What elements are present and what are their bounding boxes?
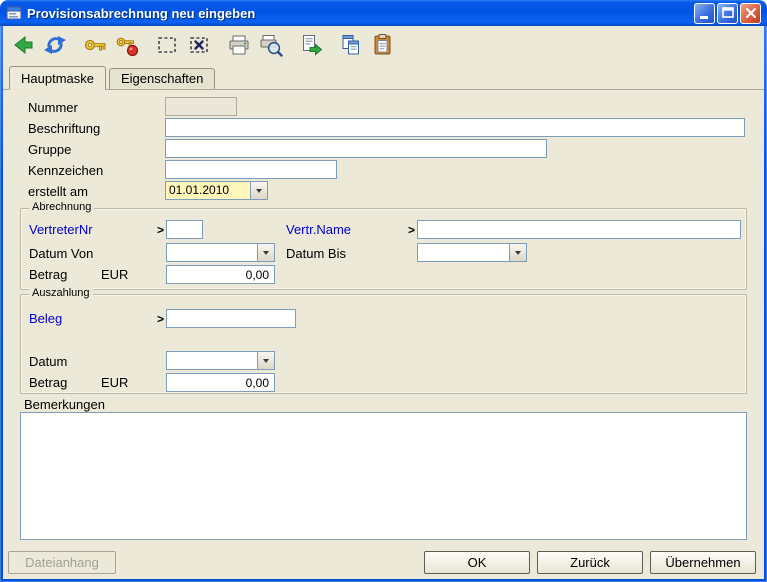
abrechnung-betrag-label: Betrag <box>29 267 67 282</box>
uebernehmen-button[interactable]: Übernehmen <box>650 551 756 574</box>
auszahlung-datum-value <box>167 352 257 369</box>
paste-icon <box>371 33 395 57</box>
copy-icon <box>339 33 363 57</box>
selection-rect-icon <box>155 33 179 57</box>
auszahlung-datum-dropdown[interactable] <box>166 351 275 370</box>
gruppe-label: Gruppe <box>28 142 71 157</box>
export-icon <box>299 33 323 57</box>
beleg-label[interactable]: Beleg <box>29 311 62 326</box>
vertrname-field[interactable] <box>417 220 741 239</box>
beschriftung-field[interactable] <box>165 118 745 137</box>
print-icon <box>227 33 251 57</box>
datum-bis-dropdown[interactable] <box>417 243 527 262</box>
delete-selection-icon <box>187 33 211 57</box>
minimize-icon <box>700 16 708 19</box>
gruppe-field[interactable] <box>165 139 547 158</box>
beleg-field[interactable] <box>166 309 296 328</box>
titlebar[interactable]: Provisionsabrechnung neu eingeben <box>0 0 767 26</box>
close-button[interactable] <box>740 3 761 24</box>
auszahlung-datum-label: Datum <box>29 354 67 369</box>
auszahlung-betrag-currency: EUR <box>101 375 128 390</box>
nummer-field <box>165 97 237 116</box>
dateianhang-button: Dateianhang <box>8 551 116 574</box>
erstellt-am-value: 01.01.2010 <box>166 182 250 199</box>
erstellt-am-label: erstellt am <box>28 184 88 199</box>
bemerkungen-textarea[interactable] <box>20 412 747 540</box>
abrechnung-legend: Abrechnung <box>29 201 94 213</box>
abrechnung-betrag-field[interactable] <box>166 265 275 284</box>
datum-von-value <box>167 244 257 261</box>
vertrname-prefix: > <box>408 223 415 237</box>
auszahlung-legend: Auszahlung <box>29 287 93 299</box>
erstellt-am-datepicker[interactable]: 01.01.2010 <box>165 181 268 200</box>
auszahlung-groupbox: Auszahlung Beleg > Datum Betrag EUR <box>20 294 747 394</box>
chevron-down-icon[interactable] <box>250 182 267 199</box>
maximize-button[interactable] <box>717 3 738 24</box>
refresh-button[interactable] <box>41 31 69 59</box>
export-button[interactable] <box>297 31 325 59</box>
dialog-window: Provisionsabrechnung neu eingeben <box>0 0 767 582</box>
nummer-label: Nummer <box>28 100 78 115</box>
key-run-icon <box>115 33 139 57</box>
abrechnung-betrag-currency: EUR <box>101 267 128 282</box>
tab-eigenschaften[interactable]: Eigenschaften <box>109 68 215 89</box>
ok-button[interactable]: OK <box>424 551 530 574</box>
back-button[interactable] <box>9 31 37 59</box>
app-icon <box>6 5 22 21</box>
chevron-down-icon[interactable] <box>257 244 274 261</box>
print-preview-button[interactable] <box>257 31 285 59</box>
datum-von-dropdown[interactable] <box>166 243 275 262</box>
chevron-down-icon[interactable] <box>257 352 274 369</box>
beschriftung-label: Beschriftung <box>28 121 100 136</box>
datum-bis-label: Datum Bis <box>286 246 346 261</box>
beleg-prefix: > <box>157 312 164 326</box>
key-icon <box>83 33 107 57</box>
key-button[interactable] <box>81 31 109 59</box>
chevron-down-icon[interactable] <box>509 244 526 261</box>
datum-von-label: Datum Von <box>29 246 93 261</box>
vertreternr-label[interactable]: VertreterNr <box>29 222 93 237</box>
auszahlung-betrag-label: Betrag <box>29 375 67 390</box>
dialog-body: Hauptmaske Eigenschaften Nummer Beschrif… <box>3 26 764 579</box>
tabstrip: Hauptmaske Eigenschaften <box>3 66 764 90</box>
bemerkungen-label: Bemerkungen <box>24 397 105 412</box>
paste-button[interactable] <box>369 31 397 59</box>
back-icon <box>11 33 35 57</box>
window-title: Provisionsabrechnung neu eingeben <box>27 6 692 21</box>
tab-hauptmaske[interactable]: Hauptmaske <box>9 66 106 90</box>
minimize-button[interactable] <box>694 3 715 24</box>
toolbar <box>3 26 764 64</box>
vertreternr-field[interactable] <box>166 220 203 239</box>
zurueck-button[interactable]: Zurück <box>537 551 643 574</box>
auszahlung-betrag-field[interactable] <box>166 373 275 392</box>
abrechnung-groupbox: Abrechnung VertreterNr > Vertr.Name > Da… <box>20 208 747 290</box>
print-preview-icon <box>259 33 283 57</box>
copy-button[interactable] <box>337 31 365 59</box>
key-run-button[interactable] <box>113 31 141 59</box>
vertrname-label[interactable]: Vertr.Name <box>286 222 351 237</box>
delete-selection-button[interactable] <box>185 31 213 59</box>
vertreternr-prefix: > <box>157 223 164 237</box>
datum-bis-value <box>418 244 509 261</box>
selection-button[interactable] <box>153 31 181 59</box>
kennzeichen-field[interactable] <box>165 160 337 179</box>
refresh-icon <box>43 33 67 57</box>
print-button[interactable] <box>225 31 253 59</box>
kennzeichen-label: Kennzeichen <box>28 163 103 178</box>
